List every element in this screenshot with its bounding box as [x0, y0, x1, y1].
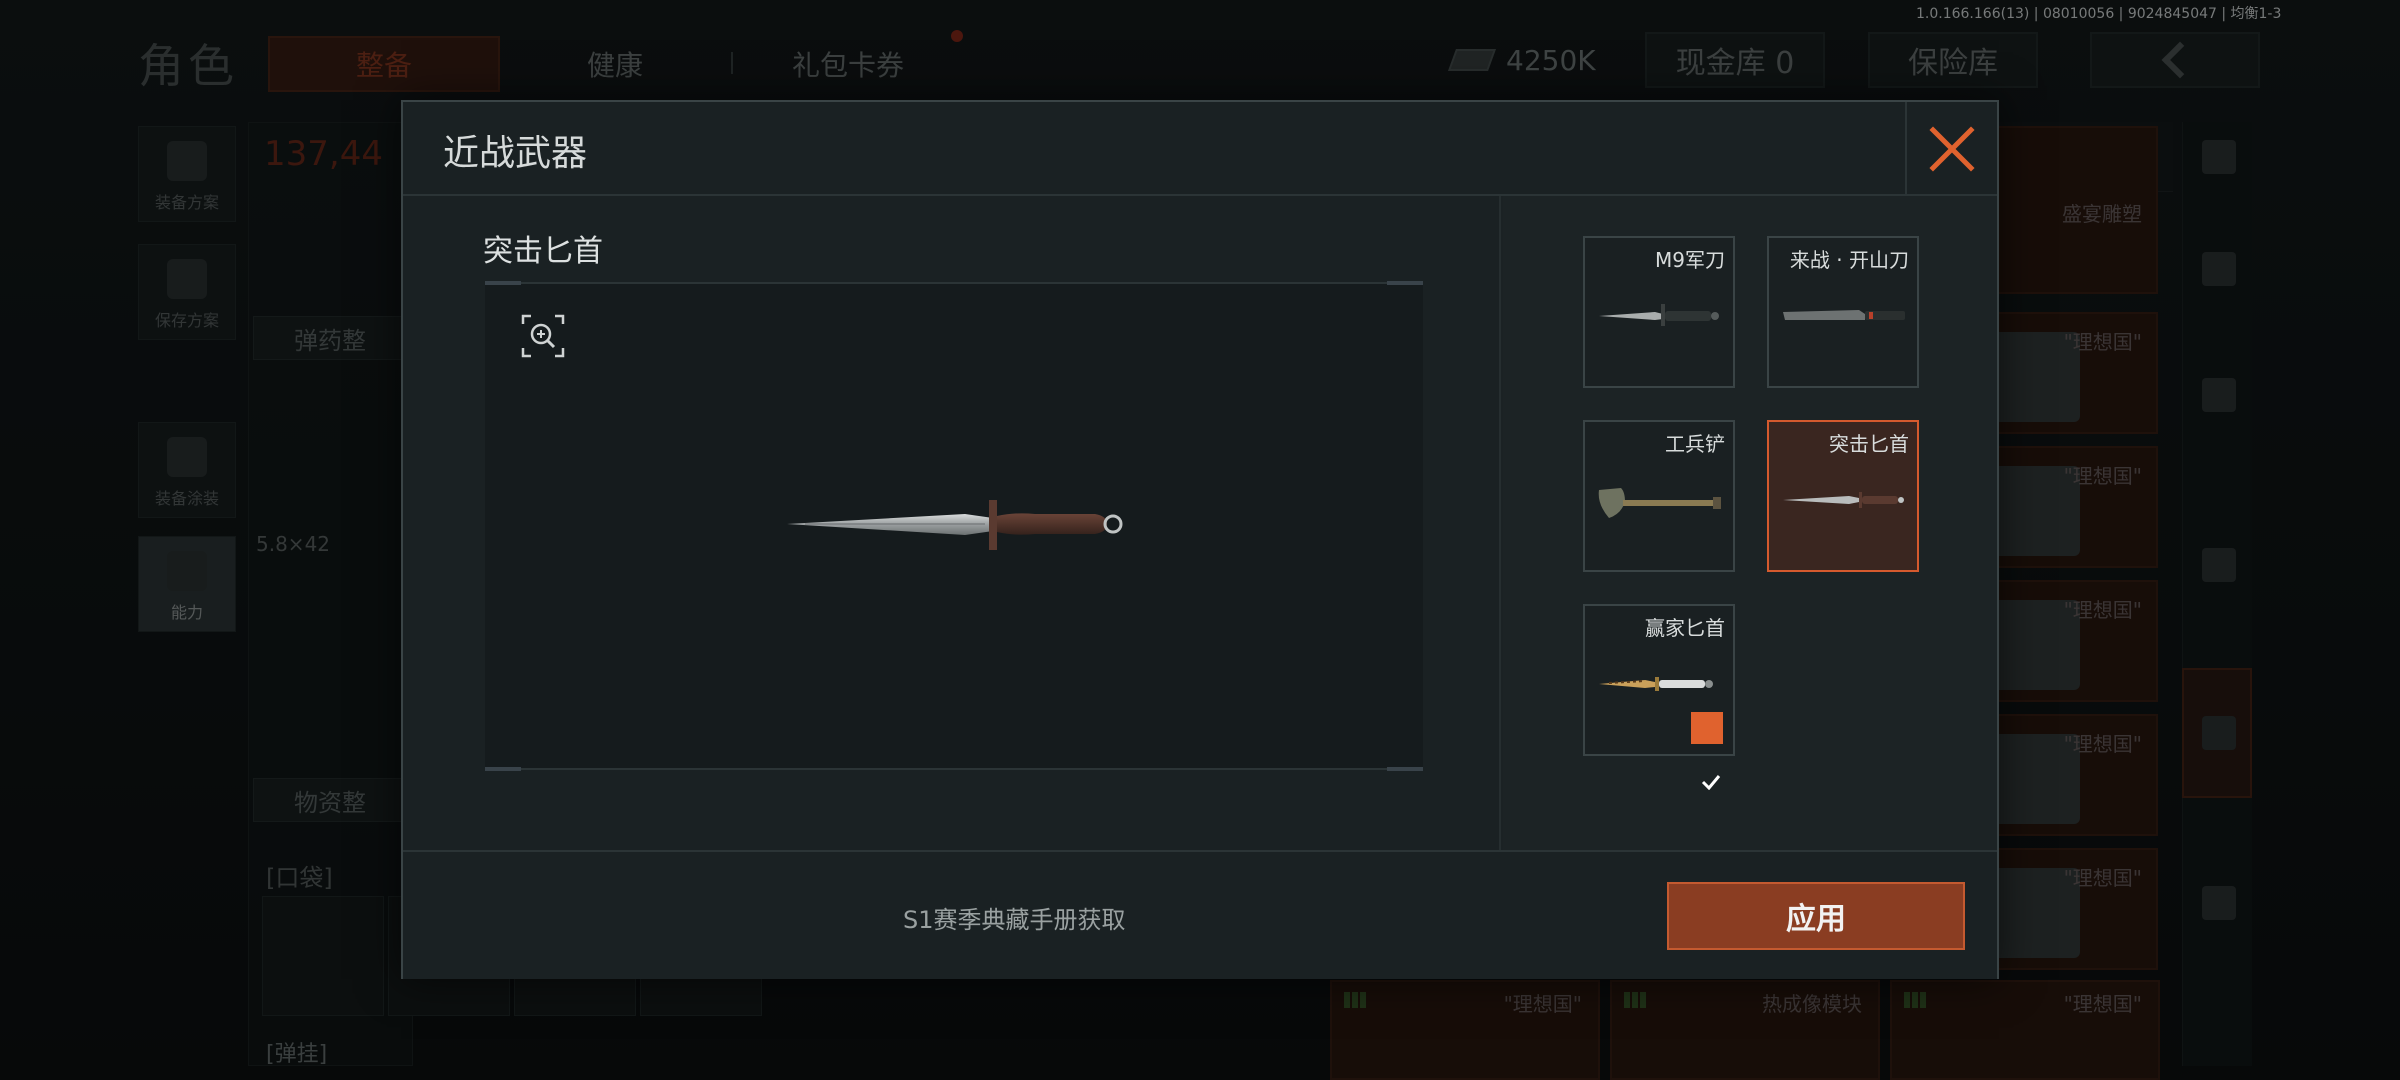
corner-mark — [1387, 281, 1423, 285]
checkmark-icon — [1701, 775, 1721, 790]
weapon-slot-label: M9军刀 — [1655, 248, 1725, 272]
weapon-slot-winner-dagger[interactable]: 赢家匕首 — [1583, 604, 1735, 790]
assault-dagger-preview — [787, 500, 1123, 550]
game-screen: 1.0.166.166(13) | 08010056 | 9024845047 … — [0, 0, 2400, 1080]
weapon-slot-shovel[interactable]: 工兵铲 — [1583, 420, 1735, 572]
dialog-header: 近战武器 — [403, 102, 1997, 196]
weapon-slot-machete[interactable]: 来战 · 开山刀 — [1767, 236, 1919, 388]
weapon-slot-assault-dagger[interactable]: 突击匕首 — [1767, 420, 1919, 572]
acquisition-source: S1赛季典藏手册获取 — [903, 906, 1126, 934]
close-icon — [1929, 126, 1975, 172]
item-name: 突击匕首 — [483, 234, 603, 269]
assault-dagger-icon — [1783, 492, 1904, 508]
weapon-slot-label: 来战 · 开山刀 — [1789, 248, 1909, 272]
zoom-in-icon — [521, 314, 565, 358]
weapon-viewport[interactable] — [485, 281, 1423, 771]
dialog-footer: S1赛季典藏手册获取 应用 — [403, 850, 1997, 979]
m9-bayonet-icon — [1599, 304, 1719, 326]
melee-weapon-dialog: 近战武器 突击匕首 M9军刀 来战 · 开山刀 工兵铲 突击匕首 赢家匕首 S1… — [401, 100, 1999, 979]
winner-dagger-icon — [1599, 677, 1713, 691]
zoom-button[interactable] — [521, 314, 565, 358]
weapon-slot-label: 工兵铲 — [1665, 432, 1725, 456]
corner-mark — [1387, 767, 1423, 771]
machete-icon — [1783, 310, 1905, 320]
close-button[interactable] — [1905, 102, 1997, 196]
weapon-slot-label: 突击匕首 — [1829, 432, 1909, 456]
shovel-icon — [1598, 488, 1721, 518]
equipped-check — [1691, 712, 1723, 790]
apply-button[interactable]: 应用 — [1667, 882, 1965, 950]
weapon-slot-m9[interactable]: M9军刀 — [1583, 236, 1735, 388]
weapon-selector: M9军刀 来战 · 开山刀 工兵铲 突击匕首 赢家匕首 — [1503, 196, 1997, 850]
corner-mark — [485, 767, 521, 771]
weapon-slot-label: 赢家匕首 — [1645, 616, 1725, 640]
corner-mark — [485, 281, 521, 285]
preview-area: 突击匕首 — [403, 196, 1501, 850]
dialog-title: 近战武器 — [443, 133, 588, 174]
